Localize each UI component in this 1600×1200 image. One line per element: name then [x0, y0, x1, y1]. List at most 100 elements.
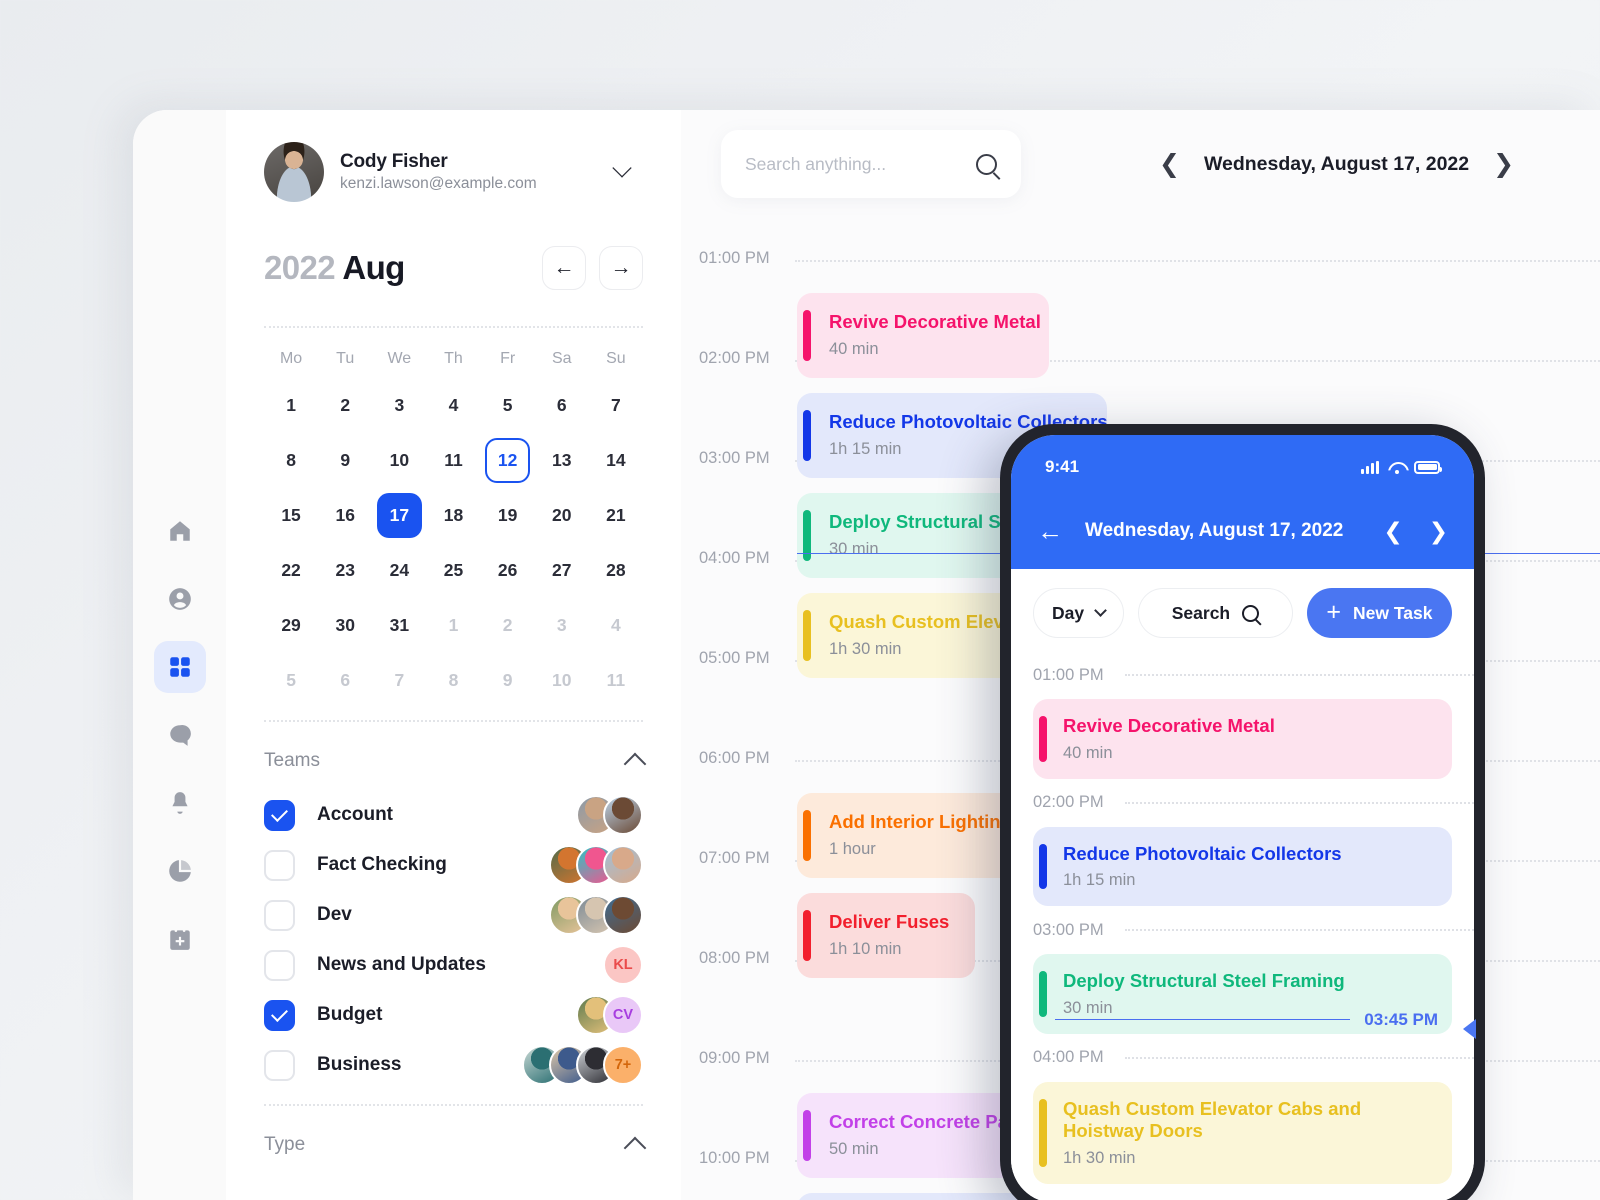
calendar-day-25[interactable]: 25	[431, 548, 476, 593]
view-selector[interactable]: Day	[1033, 588, 1125, 638]
calendar-day-21[interactable]: 21	[593, 493, 638, 538]
calendar-day-8[interactable]: 8	[431, 658, 476, 703]
calendar-day-31[interactable]: 31	[377, 603, 422, 648]
calendar-day-5[interactable]: 5	[485, 383, 530, 428]
rail-home-icon[interactable]	[154, 505, 206, 557]
team-row[interactable]: Business 7+	[264, 1040, 643, 1090]
team-checkbox-4[interactable]	[264, 999, 295, 1031]
phone-time-slot: 01:00 PM	[1011, 657, 1474, 693]
calendar-day-8[interactable]: 8	[269, 438, 314, 483]
teams-section-header[interactable]: Teams	[264, 722, 647, 790]
avatar-badge: CV	[603, 995, 643, 1035]
view-selector-label: Day	[1051, 602, 1085, 623]
rail-pie-chart-icon[interactable]	[154, 845, 206, 897]
rail-calendar-add-icon[interactable]	[154, 913, 206, 965]
calendar-day-9[interactable]: 9	[485, 658, 530, 703]
team-avatar-stack: KL	[603, 945, 643, 985]
calendar-day-9[interactable]: 9	[323, 438, 368, 483]
calendar-day-23[interactable]: 23	[323, 548, 368, 593]
calendar-day-12[interactable]: 12	[485, 438, 531, 483]
event-title: Reduce Photovoltaic Collectors	[1063, 842, 1342, 864]
team-row[interactable]: News and Updates KL	[264, 940, 643, 990]
calendar-day-2[interactable]: 2	[323, 383, 368, 428]
calendar-day-16[interactable]: 16	[323, 493, 368, 538]
team-checkbox-3[interactable]	[264, 949, 295, 981]
chevron-up-icon[interactable]	[623, 752, 647, 775]
calendar-day-13[interactable]: 13	[539, 438, 584, 483]
calendar-cell: 9	[318, 433, 372, 488]
calendar-day-10[interactable]: 10	[377, 438, 422, 483]
team-checkbox-0[interactable]	[264, 799, 295, 831]
phone-status-bar: 9:41	[1011, 435, 1474, 493]
calendar-day-17[interactable]: 17	[376, 493, 422, 538]
calendar-day-4[interactable]: 4	[431, 383, 476, 428]
event-accent-bar	[803, 610, 811, 661]
phone-event[interactable]: Deploy Structural Steel Framing 30 min 03:…	[1033, 954, 1452, 1034]
calendar-day-24[interactable]: 24	[377, 548, 422, 593]
calendar-day-28[interactable]: 28	[593, 548, 638, 593]
phone-event[interactable]: Reduce Photovoltaic Collectors 1h 15 min	[1033, 826, 1452, 907]
team-row[interactable]: Budget CV	[264, 990, 643, 1040]
chevron-up-icon[interactable]	[623, 1136, 647, 1159]
schedule-event[interactable]: Revive Decorative Metal 40 min	[797, 293, 1049, 378]
chevron-down-icon[interactable]	[612, 158, 632, 178]
chevron-right-icon[interactable]: ❯	[1429, 518, 1448, 545]
calendar-day-10[interactable]: 10	[539, 658, 584, 703]
schedule-event[interactable]: Deliver Fuses 1h 10 min	[797, 893, 975, 978]
chevron-right-icon[interactable]: ❯	[1493, 151, 1514, 177]
phone-event[interactable]: Quash Custom Elevator Cabs and Hoistway …	[1033, 1081, 1452, 1184]
calendar-day-7[interactable]: 7	[593, 383, 638, 428]
calendar-day-7[interactable]: 7	[377, 658, 422, 703]
calendar-week: 29 30 31 1 2 3 4	[264, 598, 643, 653]
calendar-day-6[interactable]: 6	[323, 658, 368, 703]
team-row[interactable]: Dev	[264, 890, 643, 940]
arrow-left-icon[interactable]: ←	[1037, 516, 1063, 547]
chevron-left-icon[interactable]: ❮	[1159, 151, 1180, 177]
rail-grid-icon[interactable]	[153, 641, 206, 693]
search-input[interactable]: Search anything...	[721, 130, 1021, 198]
signal-bars-icon	[1361, 460, 1379, 474]
arrow-left-icon[interactable]: ←	[542, 246, 586, 290]
team-checkbox-1[interactable]	[264, 849, 295, 881]
calendar-day-18[interactable]: 18	[431, 493, 476, 538]
calendar-day-5[interactable]: 5	[269, 658, 314, 703]
calendar-day-14[interactable]: 14	[593, 438, 638, 483]
team-checkbox-2[interactable]	[264, 899, 295, 931]
calendar-day-1[interactable]: 1	[431, 603, 476, 648]
calendar-day-22[interactable]: 22	[269, 548, 314, 593]
chevron-left-icon[interactable]: ❮	[1383, 518, 1402, 545]
calendar-day-15[interactable]: 15	[269, 493, 314, 538]
calendar-day-6[interactable]: 6	[539, 383, 584, 428]
type-section-header[interactable]: Type	[264, 1106, 647, 1174]
calendar-day-3[interactable]: 3	[539, 603, 584, 648]
calendar-day-11[interactable]: 11	[593, 658, 638, 703]
rail-profile-icon[interactable]	[154, 573, 206, 625]
team-row[interactable]: Fact Checking	[264, 840, 643, 890]
arrow-right-icon[interactable]: →	[599, 246, 643, 290]
event-accent-bar	[1039, 716, 1047, 762]
new-task-button[interactable]: + New Task	[1306, 588, 1452, 638]
calendar-day-30[interactable]: 30	[323, 603, 368, 648]
calendar-week: 5 6 7 8 9 10 11	[264, 653, 643, 708]
search-icon[interactable]	[976, 153, 997, 175]
team-row[interactable]: Account	[264, 790, 643, 840]
calendar-day-27[interactable]: 27	[539, 548, 584, 593]
calendar-day-11[interactable]: 11	[431, 438, 476, 483]
phone-search-label: Search	[1171, 602, 1231, 623]
calendar-day-1[interactable]: 1	[269, 383, 314, 428]
phone-search-button[interactable]: Search	[1138, 588, 1293, 638]
avatar-badge: 7+	[603, 1045, 643, 1085]
team-checkbox-5[interactable]	[264, 1049, 295, 1081]
calendar-year: 2022	[264, 249, 336, 286]
calendar-day-29[interactable]: 29	[269, 603, 314, 648]
calendar-day-2[interactable]: 2	[485, 603, 530, 648]
phone-event[interactable]: Revive Decorative Metal 40 min	[1033, 699, 1452, 779]
profile-header[interactable]: Cody Fisher kenzi.lawson@example.com	[264, 142, 643, 202]
rail-bell-icon[interactable]	[154, 777, 206, 829]
calendar-day-4[interactable]: 4	[593, 603, 638, 648]
calendar-day-26[interactable]: 26	[485, 548, 530, 593]
calendar-day-20[interactable]: 20	[539, 493, 584, 538]
calendar-day-3[interactable]: 3	[377, 383, 422, 428]
calendar-day-19[interactable]: 19	[485, 493, 530, 538]
rail-chat-bubble-icon[interactable]	[154, 709, 206, 761]
